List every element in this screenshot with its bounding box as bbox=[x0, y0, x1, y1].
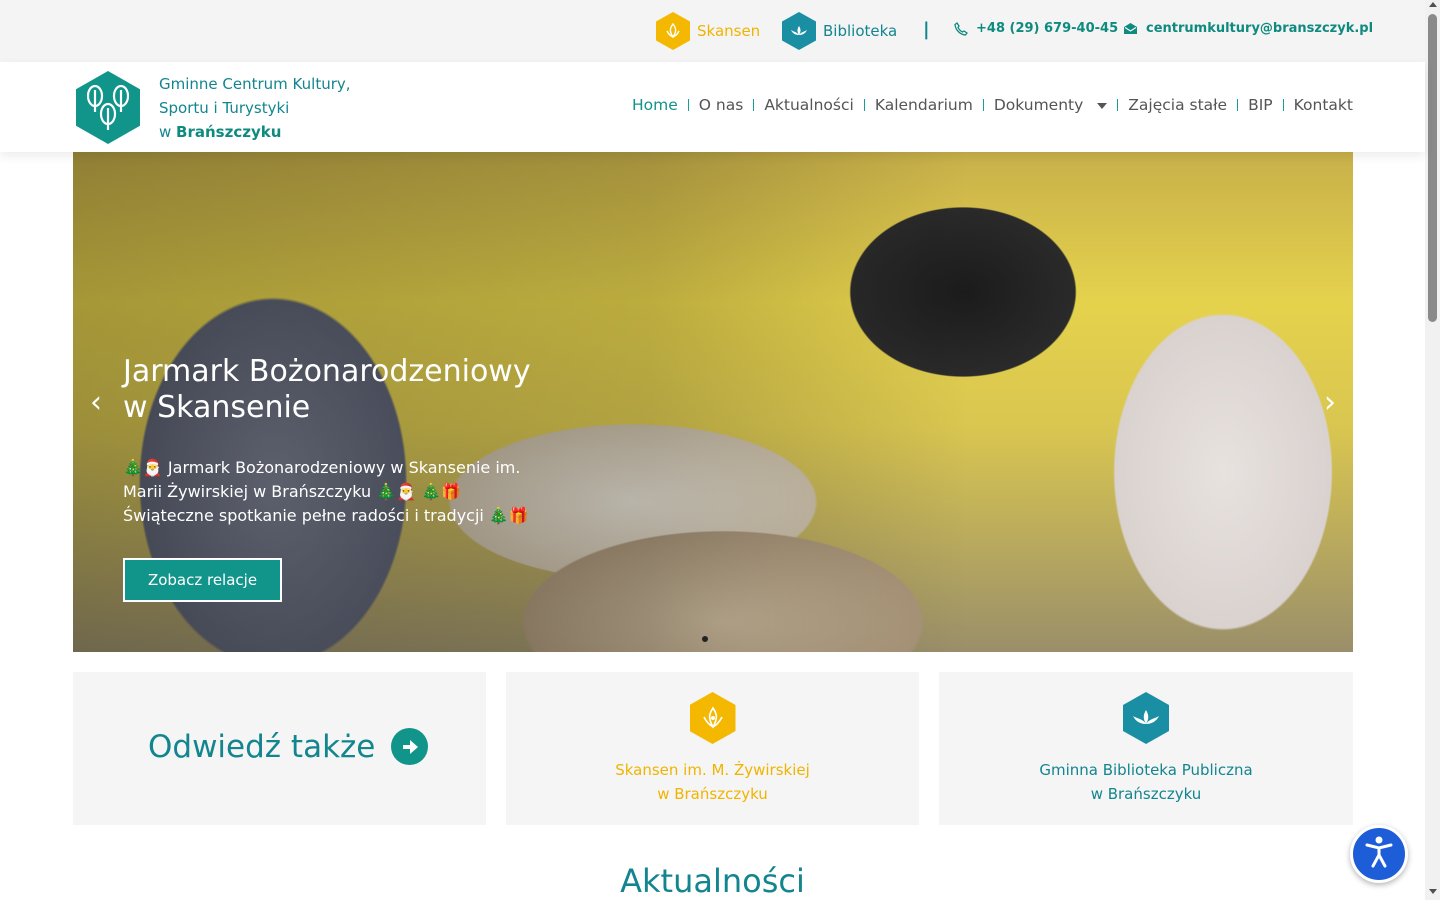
biblioteka-card-line2: w Brańszczyku bbox=[1090, 785, 1202, 803]
phone-number: +48 (29) 679-40-45 bbox=[976, 21, 1119, 36]
slider-dot[interactable] bbox=[702, 636, 708, 642]
skansen-card-line2: w Brańszczyku bbox=[657, 785, 768, 803]
slide-title: Jarmark Bożonarodzeniowy w Skansenie bbox=[123, 354, 563, 426]
site-header: Gminne Centrum Kultury, Sportu i Turysty… bbox=[0, 62, 1425, 152]
slide-description: 🎄🎅 Jarmark Bożonarodzeniowy w Skansenie … bbox=[123, 458, 529, 525]
biblioteka-lotus-icon bbox=[1123, 692, 1169, 744]
nav-bip[interactable]: BIP bbox=[1238, 96, 1283, 114]
scrollbar-thumb[interactable] bbox=[1428, 14, 1437, 322]
slide-title-line1: Jarmark Bożonarodzeniowy bbox=[123, 354, 531, 389]
nav-o-nas[interactable]: O nas bbox=[689, 96, 754, 114]
news-heading: Aktualności bbox=[620, 862, 805, 900]
nav-dokumenty-label: Dokumenty bbox=[993, 96, 1084, 114]
email-address: centrumkultury@branszczyk.pl bbox=[1146, 21, 1374, 36]
topbar-separator: | bbox=[923, 19, 930, 40]
email-link[interactable]: centrumkultury@branszczyk.pl bbox=[1123, 21, 1373, 36]
scroll-up-icon[interactable] bbox=[1428, 2, 1437, 7]
skansen-card-line1: Skansen im. M. Żywirskiej bbox=[615, 761, 810, 779]
nav-zajecia-stale[interactable]: Zajęcia stałe bbox=[1118, 96, 1237, 114]
arrow-right-icon bbox=[391, 728, 429, 765]
chevron-left-icon[interactable]: ‹ bbox=[81, 385, 111, 420]
site-name-line3-prefix: w bbox=[159, 123, 177, 141]
site-name-town: Brańszczyku bbox=[176, 123, 282, 141]
nav-kalendarium[interactable]: Kalendarium bbox=[865, 96, 983, 114]
skansen-flower-icon bbox=[689, 692, 736, 744]
nav-kontakt[interactable]: Kontakt bbox=[1284, 96, 1353, 114]
accessibility-button[interactable] bbox=[1350, 825, 1408, 883]
phone-icon bbox=[954, 21, 968, 36]
nav-aktualnosci[interactable]: Aktualności bbox=[754, 96, 864, 114]
nav-dokumenty[interactable]: Dokumenty bbox=[984, 96, 1117, 114]
biblioteka-card-line1: Gminna Biblioteka Publiczna bbox=[1039, 761, 1253, 779]
visit-also-heading: Odwiedź także bbox=[148, 728, 429, 765]
chevron-right-icon[interactable]: › bbox=[1315, 385, 1345, 420]
biblioteka-card[interactable]: Gminna Biblioteka Publiczna w Brańszczyk… bbox=[939, 672, 1353, 825]
skansen-label: Skansen bbox=[697, 22, 761, 40]
skansen-card-label: Skansen im. M. Żywirskiej w Brańszczyku bbox=[506, 758, 919, 806]
skansen-card[interactable]: Skansen im. M. Żywirskiej w Brańszczyku bbox=[506, 672, 919, 825]
nav-home[interactable]: Home bbox=[622, 96, 688, 114]
biblioteka-label: Biblioteka bbox=[823, 22, 898, 40]
site-name-line2: Sportu i Turystyki bbox=[159, 99, 290, 117]
scroll-down-icon[interactable] bbox=[1428, 889, 1437, 894]
skansen-flower-icon bbox=[656, 12, 690, 50]
top-bar: Skansen Biblioteka | +48 (29) 679-40-45 … bbox=[0, 0, 1425, 62]
accessibility-icon bbox=[1364, 835, 1394, 873]
site-name-line1: Gminne Centrum Kultury, bbox=[159, 75, 351, 93]
slide-title-line2: w Skansenie bbox=[123, 390, 311, 425]
visit-also-label: Odwiedź także bbox=[148, 728, 376, 765]
biblioteka-link[interactable]: Biblioteka bbox=[782, 12, 897, 50]
see-report-button[interactable]: Zobacz relacje bbox=[123, 558, 282, 602]
skansen-link[interactable]: Skansen bbox=[656, 12, 760, 50]
site-name[interactable]: Gminne Centrum Kultury, Sportu i Turysty… bbox=[159, 72, 351, 144]
biblioteka-card-label: Gminna Biblioteka Publiczna w Brańszczyk… bbox=[939, 758, 1353, 806]
phone-link[interactable]: +48 (29) 679-40-45 bbox=[954, 21, 1118, 36]
chevron-down-icon[interactable] bbox=[1097, 102, 1108, 109]
main-nav: Home O nas Aktualności Kalendarium Dokum… bbox=[622, 96, 1353, 114]
hero-slider[interactable]: Jarmark Bożonarodzeniowy w Skansenie 🎄🎅 … bbox=[73, 152, 1353, 652]
mail-icon bbox=[1123, 22, 1138, 35]
logo-icon[interactable] bbox=[76, 71, 140, 144]
visit-also-box: Odwiedź także bbox=[73, 672, 486, 825]
biblioteka-lotus-icon bbox=[782, 12, 816, 50]
